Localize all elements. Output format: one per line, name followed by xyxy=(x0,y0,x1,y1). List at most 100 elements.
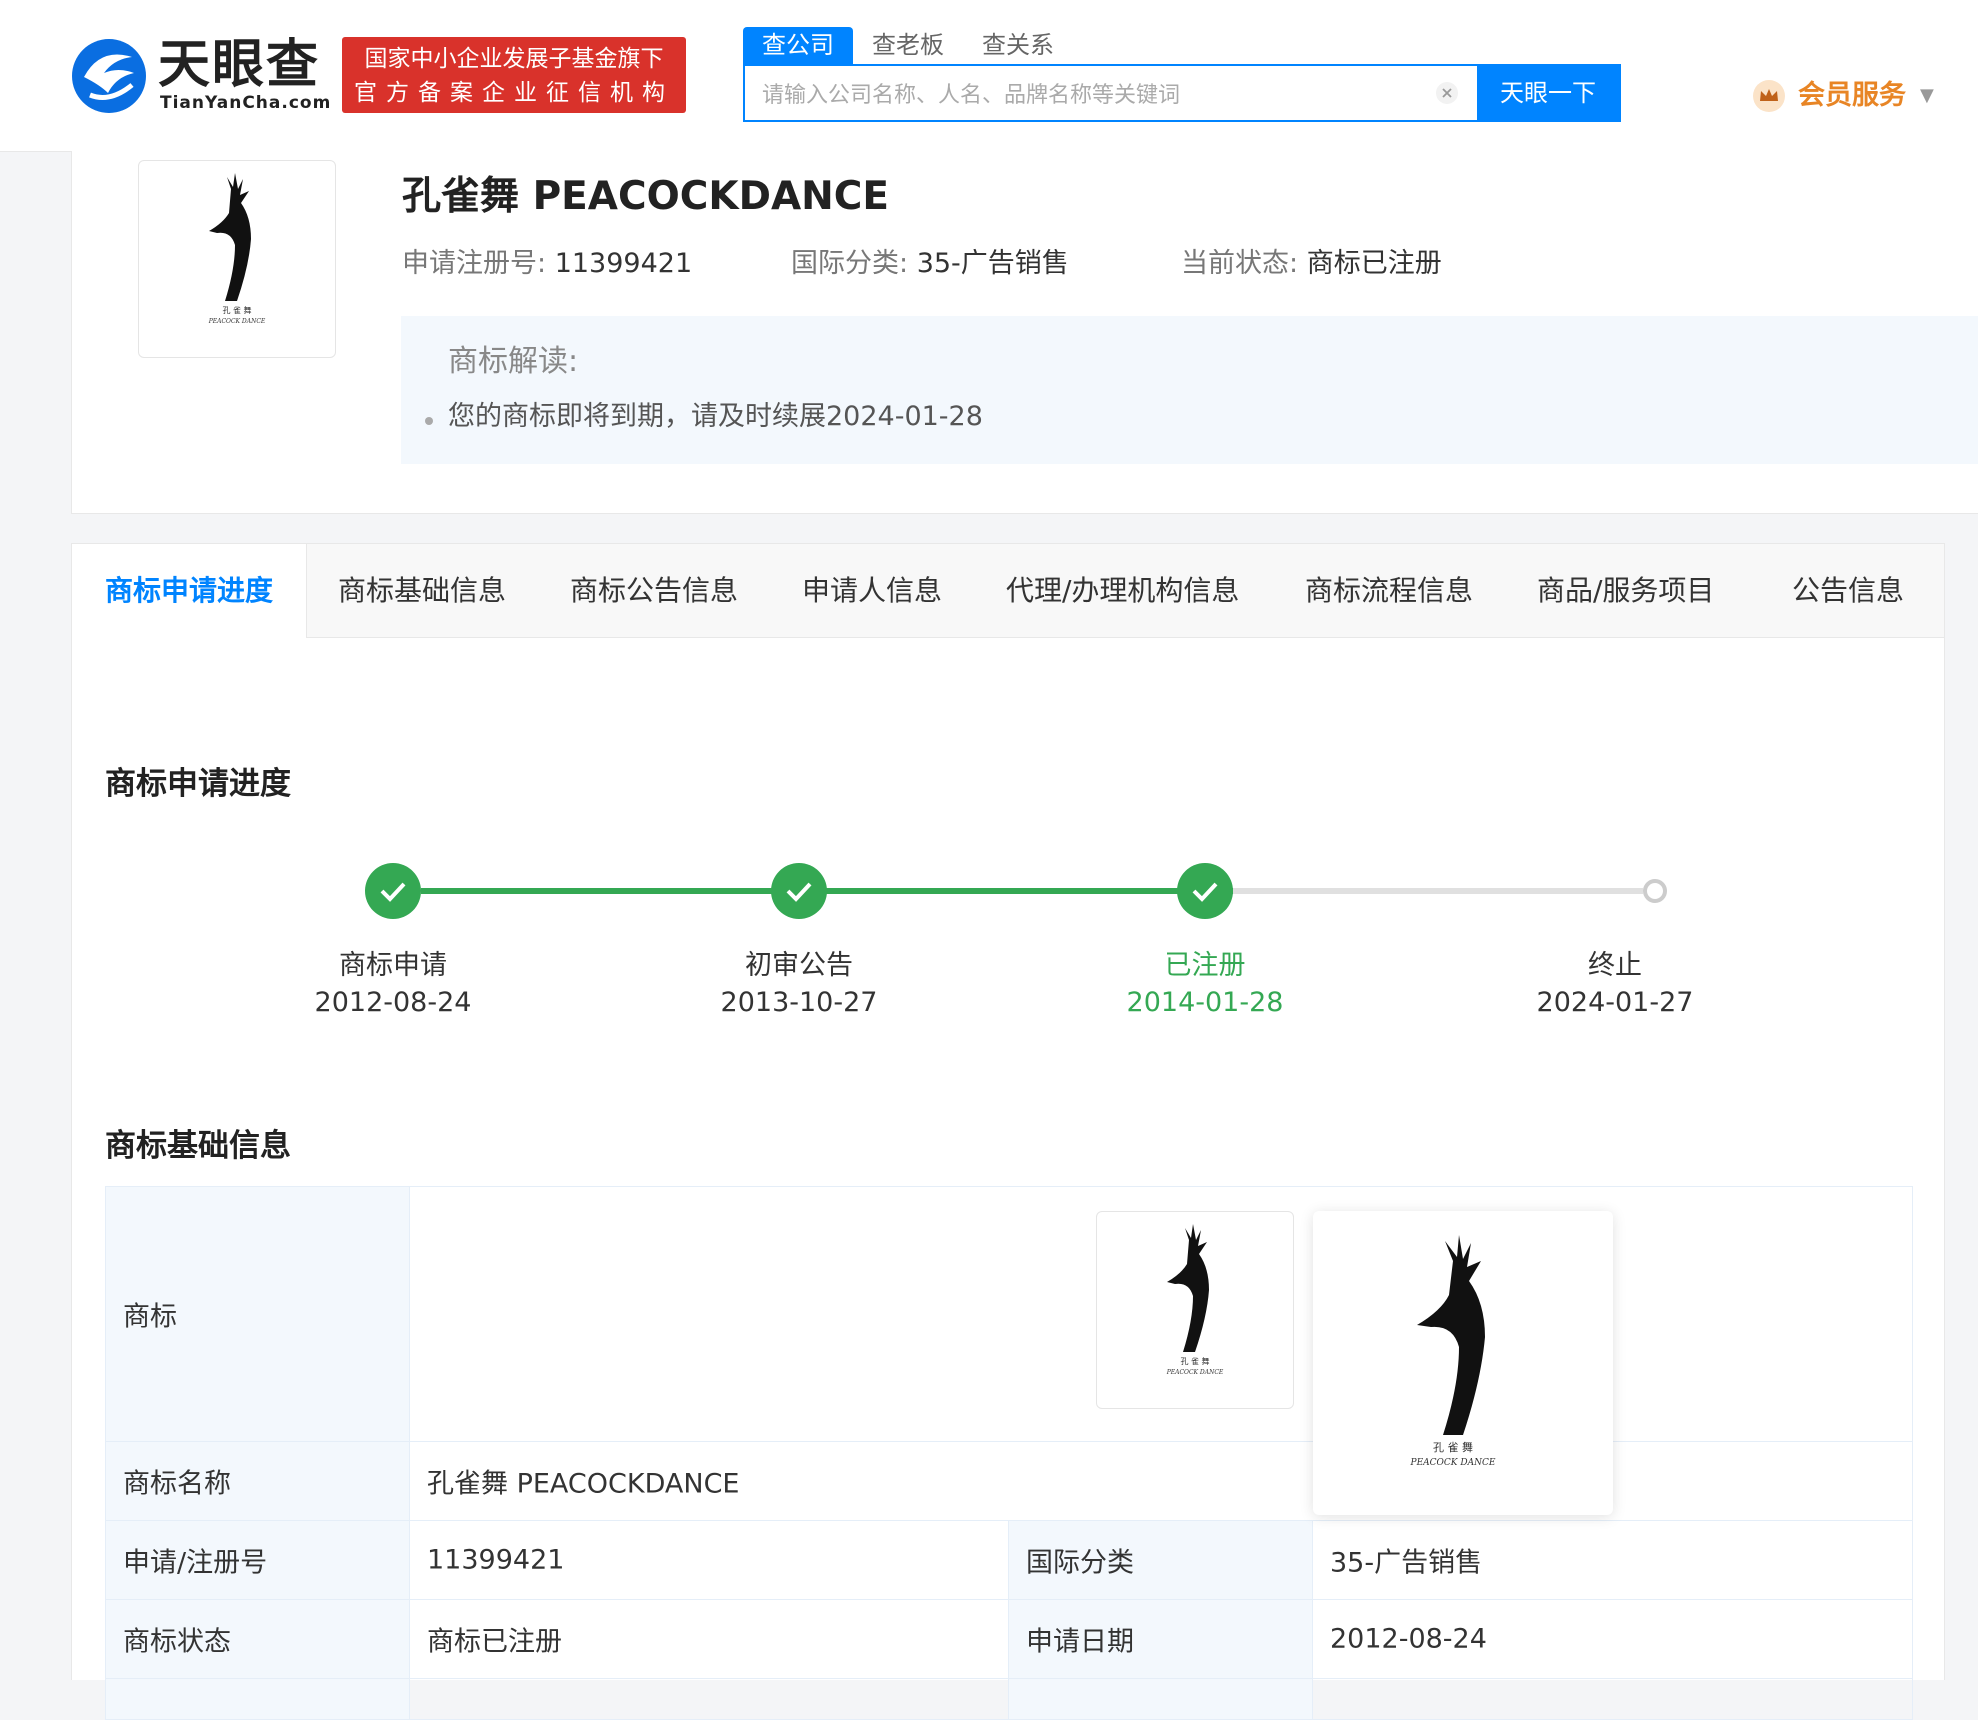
check-icon xyxy=(380,882,406,902)
trademark-thumbnail[interactable]: 孔 雀 舞 PEACOCK DANCE xyxy=(138,160,336,358)
table-key-reg-text: 申请/注册号 xyxy=(123,1547,268,1579)
step-date-3: 2014-01-28 xyxy=(1126,987,1284,1018)
trademark-image-preview: 孔 雀 舞 PEACOCK DANCE xyxy=(1313,1211,1613,1515)
basic-info-section-title: 商标基础信息 xyxy=(105,1128,291,1164)
step-label-2: 初审公告 xyxy=(745,950,853,981)
step-label-3: 已注册 xyxy=(1164,950,1246,981)
member-service-label: 会员服务 xyxy=(1798,80,1906,111)
table-value-date-text: 2012-08-24 xyxy=(1330,1623,1487,1655)
table-key-status-text: 商标状态 xyxy=(123,1626,231,1658)
image-caption-cn: 孔 雀 舞 xyxy=(1180,1356,1209,1366)
table-value-reg-text: 11399421 xyxy=(427,1544,565,1576)
trademark-title: 孔雀舞 PEACOCKDANCE xyxy=(402,174,890,219)
table-row-reg: 申请/注册号 11399421 国际分类 35-广告销售 xyxy=(106,1521,1912,1600)
step-label-4: 终止 xyxy=(1588,950,1642,981)
gov-badge: 国家中小企业发展子基金旗下 官方备案企业征信机构 xyxy=(342,37,686,113)
trademark-summary-card: 孔 雀 舞 PEACOCK DANCE 孔雀舞 PEACOCKDANCE 申请注… xyxy=(71,151,1978,514)
tab-announcement-info[interactable]: 商标公告信息 xyxy=(570,544,738,638)
table-key-name-text: 商标名称 xyxy=(123,1468,231,1500)
step-node-3 xyxy=(1177,863,1233,919)
step-node-2 xyxy=(771,863,827,919)
table-row-partial xyxy=(106,1679,1912,1719)
progress-line-1 xyxy=(421,888,827,894)
table-value-reg: 11399421 xyxy=(410,1521,1009,1599)
basic-info-table: 商标 孔 雀 舞 PEACOCK DANCE 孔 雀 舞 PEACOCK DAN… xyxy=(105,1186,1913,1720)
meta-class-label: 国际分类: xyxy=(791,248,909,279)
trademark-image-small[interactable]: 孔 雀 舞 PEACOCK DANCE xyxy=(1096,1211,1294,1409)
search-button[interactable]: 天眼一下 xyxy=(1477,66,1619,120)
table-key-name: 商标名称 xyxy=(106,1442,410,1520)
tab-goods-services[interactable]: 商品/服务项目 xyxy=(1537,544,1714,638)
meta-status: 当前状态: 商标已注册 xyxy=(1181,241,1442,280)
detail-content: 商标申请进度 商标申请 2012-08-24 初审公告 2013-10-27 已… xyxy=(71,638,1945,1720)
table-value-class-text: 35-广告销售 xyxy=(1330,1547,1483,1579)
tab-progress[interactable]: 商标申请进度 xyxy=(72,544,308,638)
table-value-class: 35-广告销售 xyxy=(1313,1521,1914,1599)
progress-line-2 xyxy=(827,888,1233,894)
meta-class-value: 35-广告销售 xyxy=(916,248,1069,279)
check-icon xyxy=(1192,882,1218,902)
tab-agency-info[interactable]: 代理/办理机构信息 xyxy=(1006,544,1239,638)
table-key-trademark: 商标 xyxy=(106,1187,410,1441)
logo-mark-icon xyxy=(72,39,146,113)
table-value-date: 2012-08-24 xyxy=(1313,1600,1914,1678)
check-icon xyxy=(786,882,812,902)
step-date-2: 2013-10-27 xyxy=(720,987,878,1018)
table-key-reg: 申请/注册号 xyxy=(106,1521,410,1599)
gov-badge-line2: 官方备案企业征信机构 xyxy=(354,80,674,106)
search-tab-company[interactable]: 查公司 xyxy=(743,27,853,64)
table-row-status: 商标状态 商标已注册 申请日期 2012-08-24 xyxy=(106,1600,1912,1679)
table-row-name: 商标名称 孔雀舞 PEACOCKDANCE xyxy=(106,1442,1912,1521)
meta-reg-no-value: 11399421 xyxy=(554,248,693,279)
progress-section-title: 商标申请进度 xyxy=(105,766,291,802)
step-label-1: 商标申请 xyxy=(339,950,447,981)
interpretation-title: 商标解读: xyxy=(448,344,579,379)
logo-text-en: TianYanCha.com xyxy=(160,93,332,113)
table-row-trademark: 商标 孔 雀 舞 PEACOCK DANCE 孔 雀 舞 PEACOCK DAN… xyxy=(106,1187,1912,1515)
peacock-hand-image: 孔 雀 舞 PEACOCK DANCE xyxy=(187,171,287,325)
search-box: 天眼一下 xyxy=(743,64,1621,122)
table-key-class: 国际分类 xyxy=(1009,1521,1313,1599)
image-caption-en: PEACOCK DANCE xyxy=(1410,1458,1496,1468)
table-value-partial xyxy=(410,1679,1009,1719)
table-key-trademark-text: 商标 xyxy=(123,1301,177,1333)
table-key-partial-2 xyxy=(1009,1679,1313,1719)
search-tab-relation[interactable]: 查关系 xyxy=(963,27,1073,64)
tianyancha-logo[interactable]: 天眼查 TianYanCha.com xyxy=(70,35,330,117)
meta-status-value: 商标已注册 xyxy=(1306,248,1442,279)
tab-process-info[interactable]: 商标流程信息 xyxy=(1305,544,1473,638)
tab-notices[interactable]: 公告信息 xyxy=(1792,544,1904,638)
image-caption-cn: 孔 雀 舞 xyxy=(1433,1441,1473,1454)
tab-basic-info[interactable]: 商标基础信息 xyxy=(338,544,506,638)
table-value-name-text: 孔雀舞 PEACOCKDANCE xyxy=(427,1468,740,1500)
table-key-class-text: 国际分类 xyxy=(1026,1547,1134,1579)
table-key-date-text: 申请日期 xyxy=(1026,1626,1134,1658)
bullet-dot xyxy=(425,417,433,425)
image-caption-en: PEACOCK DANCE xyxy=(208,318,266,325)
tab-applicant-info[interactable]: 申请人信息 xyxy=(802,544,942,638)
logo-text-cn: 天眼查 xyxy=(158,35,321,95)
detail-tabs: 商标申请进度 商标基础信息 商标公告信息 申请人信息 代理/办理机构信息 商标流… xyxy=(71,543,1945,638)
step-date-1: 2012-08-24 xyxy=(314,987,472,1018)
table-key-partial xyxy=(106,1679,410,1719)
table-value-name: 孔雀舞 PEACOCKDANCE xyxy=(410,1442,1914,1520)
meta-class: 国际分类: 35-广告销售 xyxy=(791,241,1069,280)
search-input[interactable] xyxy=(760,76,1424,114)
chevron-down-icon: ▼ xyxy=(1920,85,1934,106)
image-caption-cn: 孔 雀 舞 xyxy=(222,305,251,315)
table-key-status: 商标状态 xyxy=(106,1600,410,1678)
table-value-status-text: 商标已注册 xyxy=(427,1626,562,1658)
step-node-4 xyxy=(1643,879,1667,903)
image-caption-en: PEACOCK DANCE xyxy=(1166,1369,1224,1376)
meta-reg-no: 申请注册号: 11399421 xyxy=(402,241,692,280)
top-header: 天眼查 TianYanCha.com 国家中小企业发展子基金旗下 官方备案企业征… xyxy=(0,0,1978,152)
peacock-hand-image: 孔 雀 舞 PEACOCK DANCE xyxy=(1145,1222,1245,1376)
clear-icon[interactable] xyxy=(1435,81,1459,105)
trademark-interpretation: 商标解读: 您的商标即将到期，请及时续展2024-01-28 xyxy=(401,316,1978,464)
peacock-hand-image-large: 孔 雀 舞 PEACOCK DANCE xyxy=(1387,1229,1521,1468)
step-node-1 xyxy=(365,863,421,919)
meta-reg-no-label: 申请注册号: xyxy=(402,248,547,279)
search-tab-boss[interactable]: 查老板 xyxy=(853,27,963,64)
meta-status-label: 当前状态: xyxy=(1181,248,1299,279)
crown-icon xyxy=(1753,80,1785,112)
